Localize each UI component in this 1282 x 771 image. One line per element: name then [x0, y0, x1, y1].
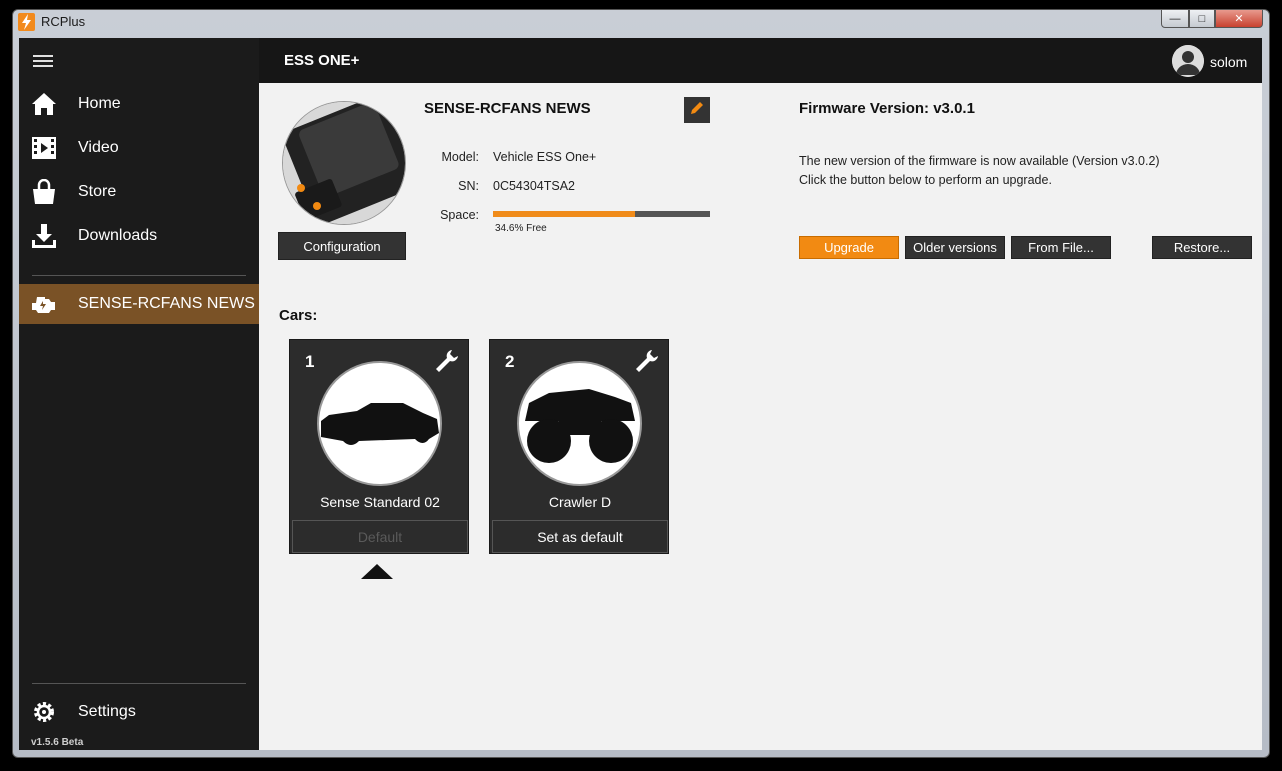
app-client: Home Video Store Downloads SENSE-RCFANS … — [19, 38, 1262, 750]
sidebar-item-label: Store — [78, 183, 117, 200]
car-name: Sense Standard 02 — [320, 494, 440, 510]
monster-truck-icon — [517, 361, 642, 486]
top-header: ESS ONE+ solom — [259, 38, 1262, 83]
cars-heading: Cars: — [279, 307, 318, 324]
maximize-button[interactable]: □ — [1189, 9, 1215, 28]
sedan-car-icon — [317, 361, 442, 486]
device-name: SENSE-RCFANS NEWS — [424, 100, 591, 117]
sidebar-item-downloads[interactable]: Downloads — [19, 216, 259, 256]
sn-value: 0C54304TSA2 — [493, 179, 576, 193]
hamburger-menu-icon[interactable] — [33, 55, 53, 68]
home-icon — [31, 91, 57, 117]
upgrade-button[interactable]: Upgrade — [799, 236, 899, 259]
window-controls: — □ ✕ — [1161, 9, 1263, 28]
car-card[interactable]: 2 Crawler D Set as default — [489, 339, 669, 554]
sidebar-item-store[interactable]: Store — [19, 172, 259, 212]
sidebar-item-label: Downloads — [78, 227, 158, 244]
page-title: ESS ONE+ — [284, 52, 360, 69]
from-file-button[interactable]: From File... — [1011, 236, 1111, 259]
username[interactable]: solom — [1210, 54, 1247, 70]
firmware-message: The new version of the firmware is now a… — [799, 154, 1160, 168]
space-progress-bar — [493, 211, 710, 217]
sidebar-item-label: Video — [78, 139, 119, 156]
wrench-icon[interactable] — [634, 348, 660, 374]
default-button: Default — [292, 520, 468, 553]
firmware-instruction: Click the button below to perform an upg… — [799, 173, 1052, 187]
sidebar-item-video[interactable]: Video — [19, 128, 259, 168]
close-button[interactable]: ✕ — [1215, 9, 1263, 28]
restore-button[interactable]: Restore... — [1152, 236, 1252, 259]
configuration-button[interactable]: Configuration — [278, 232, 406, 260]
car-number: 2 — [505, 352, 515, 371]
sn-label: SN: — [458, 179, 479, 193]
window-title: RCPlus — [41, 14, 86, 29]
app-lightning-icon — [18, 13, 35, 31]
sidebar-item-home[interactable]: Home — [19, 84, 259, 124]
sidebar-item-label: Home — [78, 95, 121, 112]
title-bar[interactable]: RCPlus — [16, 12, 1266, 34]
set-default-button[interactable]: Set as default — [492, 520, 668, 553]
car-card[interactable]: 1 Sense Standard 02 Default — [289, 339, 469, 554]
older-versions-button[interactable]: Older versions — [905, 236, 1005, 259]
model-label: Model: — [441, 150, 479, 164]
engine-icon — [31, 291, 57, 317]
main-content: Configuration SENSE-RCFANS NEWS Model: V… — [259, 83, 1262, 750]
sidebar-divider — [32, 683, 246, 684]
sidebar-item-label: Settings — [78, 703, 136, 720]
app-version: v1.5.6 Beta — [31, 737, 84, 748]
edit-button[interactable] — [684, 97, 710, 123]
sidebar: Home Video Store Downloads SENSE-RCFANS … — [19, 38, 259, 750]
pencil-icon — [689, 100, 705, 121]
space-free-text: 34.6% Free — [495, 223, 547, 234]
device-image — [282, 101, 406, 225]
download-icon — [31, 223, 57, 249]
car-number: 1 — [305, 352, 315, 371]
firmware-title: Firmware Version: v3.0.1 — [799, 100, 975, 117]
sidebar-divider — [32, 275, 246, 276]
wrench-icon[interactable] — [434, 348, 460, 374]
space-progress-fill — [493, 211, 635, 217]
gear-icon — [31, 699, 57, 725]
store-bag-icon — [31, 179, 57, 205]
car-name: Crawler D — [548, 494, 612, 510]
minimize-button[interactable]: — — [1161, 9, 1189, 28]
video-icon — [31, 135, 57, 161]
sidebar-item-device[interactable]: SENSE-RCFANS NEWS — [19, 284, 259, 324]
avatar[interactable] — [1172, 45, 1204, 77]
space-label: Space: — [440, 208, 479, 222]
selected-car-indicator — [361, 564, 393, 579]
sidebar-item-settings[interactable]: Settings — [19, 692, 259, 732]
model-value: Vehicle ESS One+ — [493, 150, 597, 164]
sidebar-item-label: SENSE-RCFANS NEWS — [78, 295, 255, 312]
